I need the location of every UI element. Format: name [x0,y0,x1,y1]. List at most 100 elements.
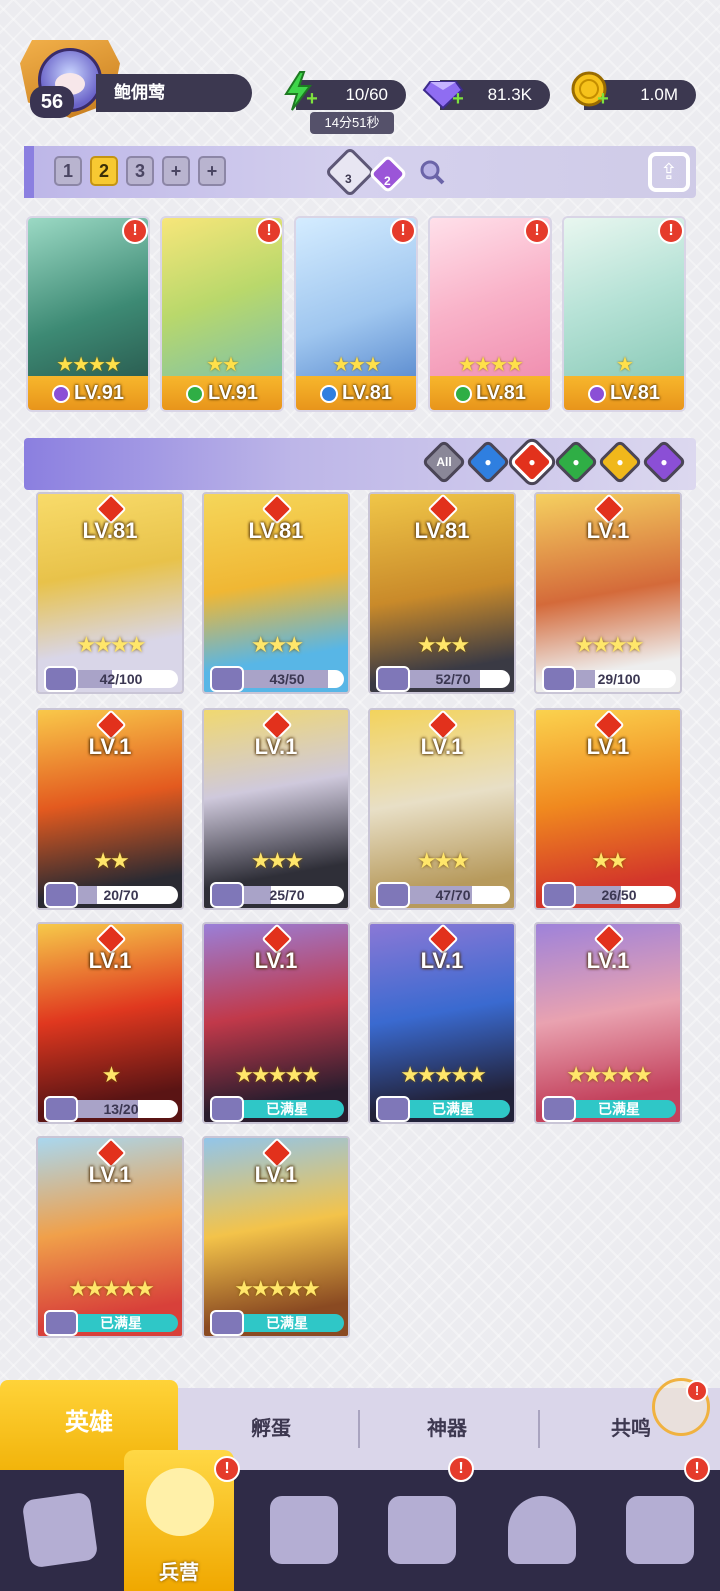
element-icon [453,384,472,403]
nav-map[interactable] [244,1470,364,1591]
team-hero-card[interactable]: ★★★★ LV.91 [26,216,150,412]
team-tab-3[interactable]: 3 [126,156,154,186]
shard-icon [44,1310,78,1336]
shard-progress-text: 29/100 [597,671,641,687]
energy-timer: 14分51秒 [310,112,394,134]
hero-card[interactable]: LV.1 ★★★★★ 已满星 [202,922,350,1124]
player-level: 56 [30,86,74,118]
shard-icon [376,666,410,692]
shard-icon [44,882,78,908]
shard-progress-text: 25/70 [269,887,305,903]
team-dark-count: 2 [384,174,391,188]
nav-guild[interactable] [482,1470,602,1591]
hero-level: LV.1 [420,948,464,973]
hero-alert-badge: ! [122,218,148,244]
team-hero-card[interactable]: ★★★★ LV.81 [428,216,552,412]
share-icon[interactable]: ⇪ [648,152,690,192]
team-add-button-2[interactable]: + [198,156,226,186]
hero-alert-badge: ! [524,218,550,244]
shard-progress-text: 47/70 [435,887,471,903]
hero-stars: ★ [101,1062,122,1087]
hero-level: LV.81 [475,382,527,404]
hero-alert-badge: ! [658,218,684,244]
shard-progress-bar: 已满星 [64,1314,178,1332]
nav-shop[interactable] [362,1470,482,1591]
hero-card[interactable]: LV.1 ★★★ 47/70 [368,708,516,910]
nav-clan[interactable] [600,1470,720,1591]
shard-progress-text: 26/50 [601,887,637,903]
shard-icon [44,666,78,692]
hero-alert-badge: ! [256,218,282,244]
shard-progress-bar: 已满星 [396,1100,510,1118]
team-hero-card[interactable]: ★★ LV.91 [160,216,284,412]
shard-progress-text: 已满星 [100,1315,142,1331]
hero-level: LV.81 [341,382,393,404]
hero-level-bar: LV.91 [162,376,282,410]
hero-level: LV.1 [420,734,464,759]
team-diamond-count: 3 [345,172,352,186]
nav-cards[interactable] [0,1470,120,1591]
hero-stars: ★★ [206,354,240,376]
hero-card[interactable]: LV.1 ★★ 20/70 [36,708,184,910]
shard-progress-bar: 29/100 [562,670,676,688]
hero-card[interactable]: LV.1 ★★ 26/50 [534,708,682,910]
hero-card[interactable]: LV.81 ★★★ 43/50 [202,492,350,694]
shard-progress-bar: 47/70 [396,886,510,904]
add-gems-button[interactable]: + [449,89,467,109]
shard-progress-text: 已满星 [598,1101,640,1117]
shard-progress-bar: 13/20 [64,1100,178,1118]
cards-icon [21,1491,99,1569]
header: 56 鲍佣莺 10/60 + 14分51秒 81.3K + 1.0M + [0,0,720,140]
hero-stars: ★★★★★ [566,1062,653,1087]
bubble-alert-badge: ! [686,1380,708,1402]
shard-icon [542,666,576,692]
shard-icon [210,1310,244,1336]
team-add-button-1[interactable]: + [162,156,190,186]
shard-progress-text: 43/50 [269,671,305,687]
shard-progress-text: 52/70 [435,671,471,687]
shop-alert-badge: ! [448,1456,474,1482]
add-energy-button[interactable]: + [303,89,321,109]
water-icon: ● [484,455,492,469]
hero-stars: ★★ [591,848,627,873]
hero-stars: ★★★ [250,632,304,657]
shard-icon [210,666,244,692]
add-gold-button[interactable]: + [594,89,612,109]
barracks-alert-badge: ! [214,1456,240,1482]
element-icon [319,384,338,403]
player-name: 鲍佣莺 [96,74,252,112]
filter-all-label: All [436,455,452,469]
tab-artifacts[interactable]: 神器 [362,1388,532,1470]
shard-icon [542,882,576,908]
tab-divider [358,1410,360,1448]
hero-card[interactable]: LV.1 ★★★★★ 已满星 [368,922,516,1124]
shard-progress-bar: 26/50 [562,886,676,904]
shop-icon [388,1496,456,1564]
shard-progress-text: 20/70 [103,887,139,903]
magnifier-icon[interactable] [418,158,446,186]
fire-icon: ● [528,455,536,469]
hero-card[interactable]: LV.1 ★ 13/20 [36,922,184,1124]
banner-icon [626,1496,694,1564]
shard-icon [376,882,410,908]
shard-icon [210,1096,244,1122]
hero-level: LV.81 [609,382,661,404]
team-hero-card[interactable]: ★★★ LV.81 [294,216,418,412]
bottom-nav: 兵营 ! ! ! [0,1450,720,1591]
team-tab-2[interactable]: 2 [90,156,118,186]
shard-progress-bar: 43/50 [230,670,344,688]
hero-card[interactable]: LV.81 ★★★ 52/70 [368,492,516,694]
hero-level-bar: LV.81 [430,376,550,410]
hero-card[interactable]: LV.1 ★★★★★ 已满星 [202,1136,350,1338]
hero-card[interactable]: LV.1 ★★★★★ 已满星 [36,1136,184,1338]
hero-card[interactable]: LV.81 ★★★★ 42/100 [36,492,184,694]
hero-card[interactable]: LV.1 ★★★★★ 已满星 [534,922,682,1124]
team-hero-card[interactable]: ★ LV.81 [562,216,686,412]
team-tab-1[interactable]: 1 [54,156,82,186]
hero-stars: ★★★ [416,632,470,657]
light-icon: ● [616,455,624,469]
shard-progress-bar: 42/100 [64,670,178,688]
hero-stars: ★★★★ [458,354,524,376]
hero-card[interactable]: LV.1 ★★★★ 29/100 [534,492,682,694]
hero-card[interactable]: LV.1 ★★★ 25/70 [202,708,350,910]
